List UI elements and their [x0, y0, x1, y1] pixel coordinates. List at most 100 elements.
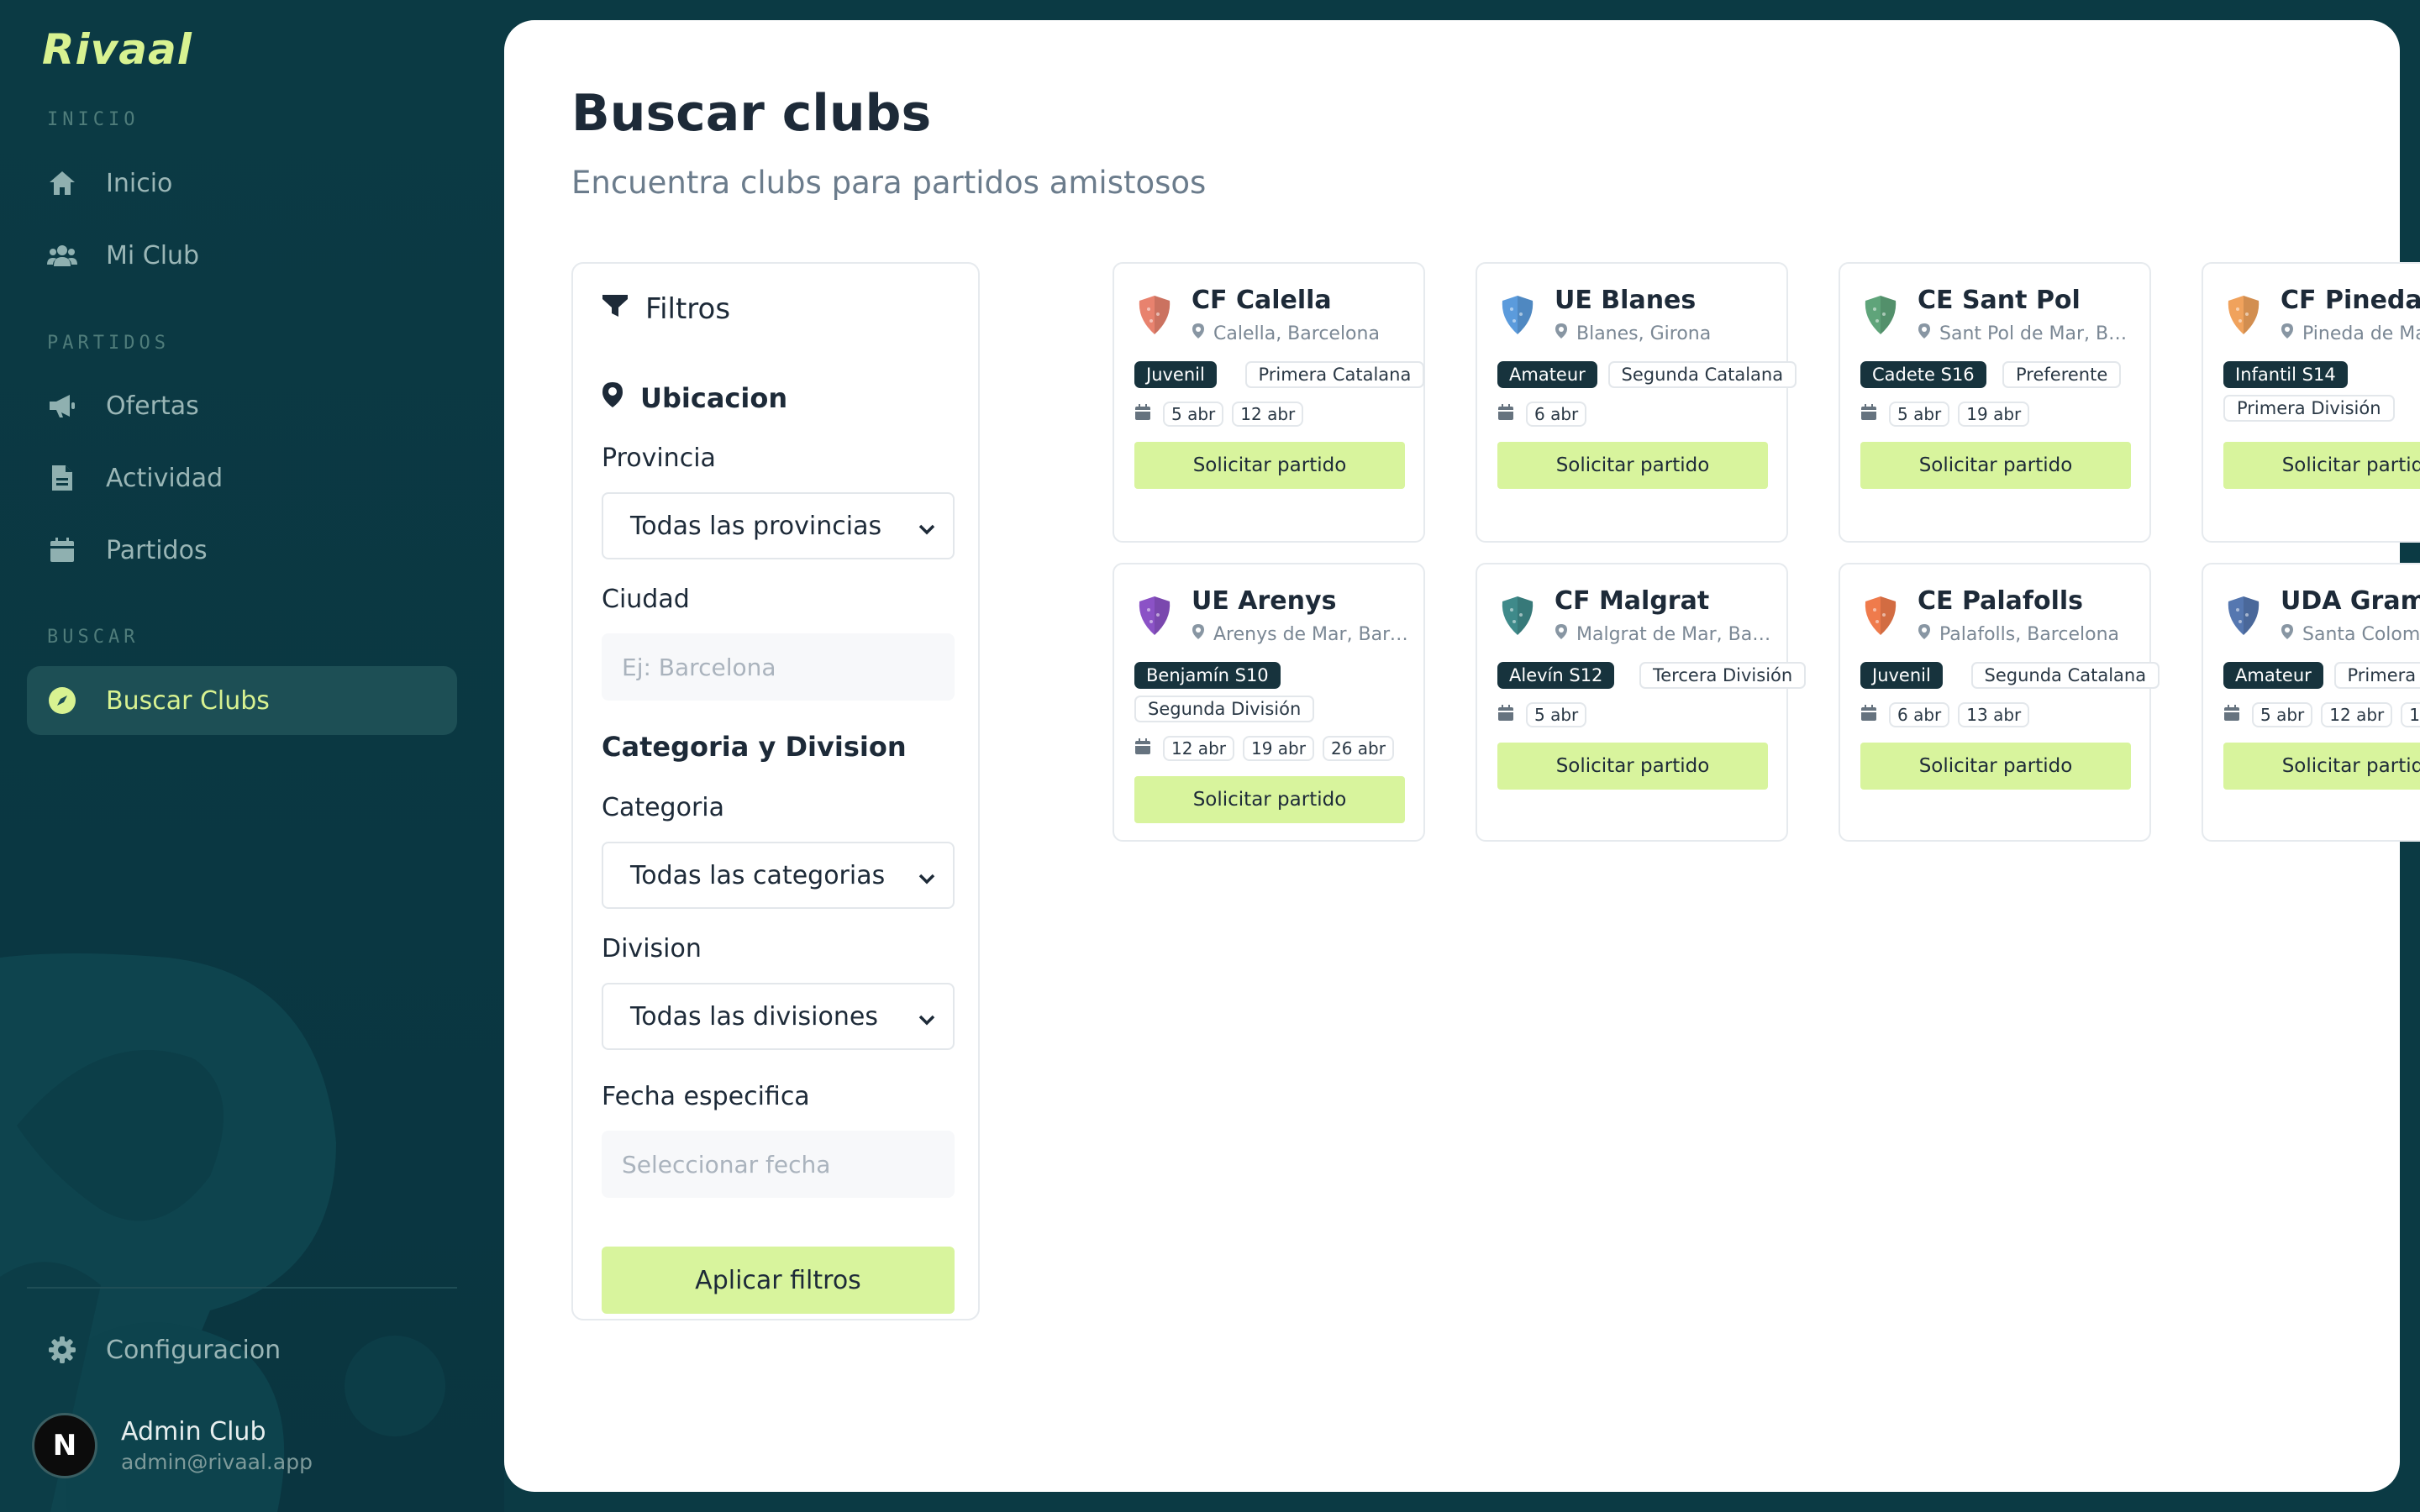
- date-chip: 19 abr: [1958, 402, 2030, 427]
- club-crest-icon: [1139, 296, 1171, 334]
- city-input[interactable]: Ej: Barcelona: [602, 633, 955, 701]
- map-pin-icon: [1192, 623, 1205, 645]
- request-match-button[interactable]: Solicitar partido: [1860, 442, 2131, 489]
- club-name[interactable]: CF Calella: [1192, 286, 1332, 315]
- club-name[interactable]: UE Arenys: [1192, 586, 1336, 616]
- club-location: Calella, Barcelona: [1192, 323, 1410, 344]
- category-section-title: Categoria y Division: [602, 731, 907, 763]
- club-crest-icon: [2228, 296, 2260, 334]
- chevron-down-icon: [918, 865, 936, 895]
- map-pin-icon: [2281, 323, 2294, 344]
- club-card[interactable]: CF Malgrat Malgrat de Mar, Barcelona Alev…: [1476, 563, 1807, 842]
- user-email: admin@rivaal.app: [121, 1450, 313, 1474]
- map-pin-icon: [1555, 623, 1568, 645]
- sidebar-item-mi-club[interactable]: Mi Club: [27, 221, 457, 290]
- request-match-button[interactable]: Solicitar partido: [2223, 743, 2420, 790]
- club-name[interactable]: CF Pineda: [2281, 286, 2420, 315]
- apply-filters-button[interactable]: Aplicar filtros: [602, 1247, 955, 1314]
- category-badge: Infantil S14: [2223, 361, 2348, 388]
- date-chip: 19 abr: [1242, 736, 1314, 761]
- chevron-down-icon: [918, 516, 936, 545]
- sidebar-item-actividad[interactable]: Actividad: [27, 444, 457, 512]
- club-location-text: Palafolls, Barcelona: [1939, 623, 2119, 645]
- club-location: Arenys de Mar, Barcelona: [1192, 623, 1410, 645]
- sidebar-item-inicio[interactable]: Inicio: [27, 149, 457, 218]
- category-badge: Juvenil: [1860, 662, 1943, 689]
- date-chip: 19 abr: [2401, 702, 2420, 727]
- sidebar-item-configuracion[interactable]: Configuracion: [27, 1315, 457, 1384]
- club-name[interactable]: CE Sant Pol: [1918, 286, 2081, 315]
- division-badge: Primera Catalana: [1244, 361, 1425, 388]
- club-card[interactable]: UE Arenys Arenys de Mar, Barcelona Benjam…: [1113, 563, 1425, 842]
- club-crest-icon: [1502, 296, 1534, 334]
- date-chip: 5 abr: [1889, 402, 1950, 427]
- map-pin-icon: [2281, 623, 2294, 645]
- users-icon: [47, 240, 77, 270]
- club-card[interactable]: CE Palafolls Palafolls, Barcelona Juvenil…: [1839, 563, 2160, 842]
- club-card[interactable]: CF Pineda Pineda de Mar, Barcelona Infant…: [2202, 262, 2420, 543]
- category-badge: Amateur: [1497, 361, 1597, 388]
- category-select[interactable]: Todas las categorias: [602, 842, 955, 909]
- date-chip: 12 abr: [1163, 736, 1234, 761]
- request-match-button[interactable]: Solicitar partido: [1497, 442, 1768, 489]
- document-icon: [47, 463, 77, 493]
- club-name[interactable]: CE Palafolls: [1918, 586, 2083, 616]
- date-chip: 12 abr: [2321, 702, 2393, 727]
- province-select-value: Todas las provincias: [630, 511, 882, 541]
- sidebar-item-label: Actividad: [106, 463, 224, 493]
- user-profile[interactable]: N Admin Club admin@rivaal.app: [32, 1413, 313, 1478]
- club-location-text: Santa Coloma, Barcelona: [2302, 623, 2420, 645]
- sidebar-item-partidos[interactable]: Partidos: [27, 516, 457, 585]
- request-match-button[interactable]: Solicitar partido: [1134, 776, 1405, 823]
- available-dates: 6 abr 13 abr: [1860, 702, 2038, 727]
- calendar-icon: [1497, 705, 1514, 725]
- avatar[interactable]: N: [32, 1413, 97, 1478]
- main-panel: Buscar clubs Encuentra clubs para partid…: [504, 20, 2420, 1492]
- club-name[interactable]: CF Malgrat: [1555, 586, 1709, 616]
- club-location-text: Pineda de Mar, Barcelona: [2302, 323, 2420, 344]
- brand-logo[interactable]: Rivaal: [42, 25, 192, 74]
- club-location: Palafolls, Barcelona: [1918, 623, 2136, 645]
- club-location-text: Malgrat de Mar, Barcelona: [1576, 623, 1773, 645]
- club-location-text: Arenys de Mar, Barcelona: [1213, 623, 1410, 645]
- division-select[interactable]: Todas las divisiones: [602, 983, 955, 1050]
- province-select[interactable]: Todas las provincias: [602, 492, 955, 559]
- club-crest-icon: [1502, 596, 1534, 635]
- date-chip: 6 abr: [1526, 402, 1587, 427]
- date-chip: 13 abr: [1958, 702, 2030, 727]
- club-name[interactable]: UDA Gramenet: [2281, 586, 2420, 616]
- gear-icon: [47, 1335, 77, 1365]
- club-location: Sant Pol de Mar, Barcelona: [1918, 323, 2136, 344]
- division-badge: Primera Catalana: [2333, 662, 2420, 689]
- club-card[interactable]: CE Sant Pol Sant Pol de Mar, Barcelona Ca…: [1839, 262, 2151, 543]
- club-card[interactable]: CF Calella Calella, Barcelona Juvenil Prim…: [1113, 262, 1425, 543]
- map-pin-icon: [602, 381, 623, 415]
- calendar-icon: [1860, 404, 1877, 424]
- club-crest-icon: [2228, 596, 2260, 635]
- map-pin-icon: [1192, 323, 1205, 344]
- category-badge: Alevín S12: [1497, 662, 1615, 689]
- filters-title: Filtros: [645, 292, 731, 326]
- date-chip: 5 abr: [1163, 402, 1224, 427]
- sidebar-item-label: Configuracion: [106, 1335, 281, 1365]
- province-label: Provincia: [602, 444, 716, 473]
- location-section-title: Ubicacion: [602, 381, 787, 415]
- request-match-button[interactable]: Solicitar partido: [1860, 743, 2131, 790]
- filters-panel: Filtros Ubicacion Provincia Todas las pr…: [571, 262, 980, 1320]
- sidebar-item-buscar-clubs[interactable]: Buscar Clubs: [27, 666, 457, 735]
- date-input[interactable]: Seleccionar fecha: [602, 1131, 955, 1198]
- request-match-button[interactable]: Solicitar partido: [1134, 442, 1405, 489]
- club-card[interactable]: UE Blanes Blanes, Girona Amateur Segunda C…: [1476, 262, 1797, 543]
- request-match-button[interactable]: Solicitar partido: [2223, 442, 2420, 489]
- club-location: Santa Coloma, Barcelona: [2281, 623, 2420, 645]
- category-label: Categoria: [602, 793, 725, 822]
- club-name[interactable]: UE Blanes: [1555, 286, 1696, 315]
- club-location: Blanes, Girona: [1555, 323, 1773, 344]
- club-location-text: Calella, Barcelona: [1213, 323, 1380, 344]
- sidebar-item-ofertas[interactable]: Ofertas: [27, 371, 457, 440]
- calendar-icon: [47, 535, 77, 565]
- request-match-button[interactable]: Solicitar partido: [1497, 743, 1768, 790]
- sidebar-item-label: Partidos: [106, 535, 208, 565]
- club-card[interactable]: UDA Gramenet Santa Coloma, Barcelona Amat…: [2202, 563, 2420, 842]
- sidebar-item-label: Inicio: [106, 168, 173, 198]
